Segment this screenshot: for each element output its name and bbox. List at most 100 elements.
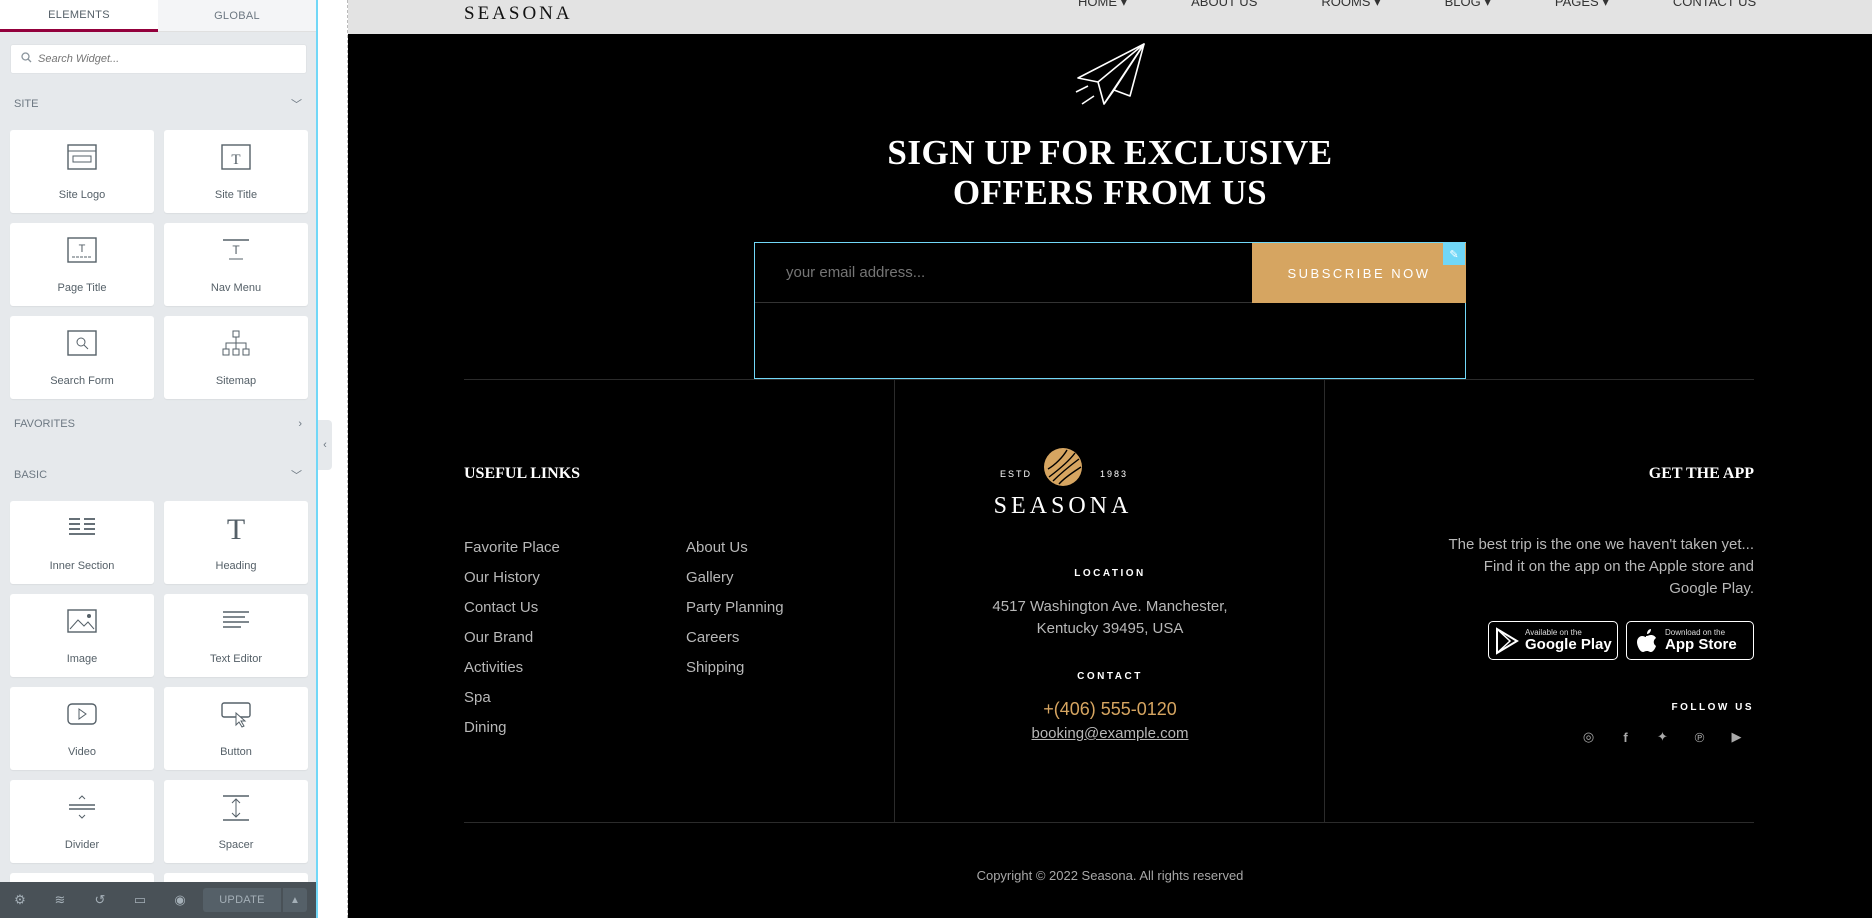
footer-link[interactable]: About Us [686, 533, 784, 563]
paper-plane-icon [1075, 43, 1145, 105]
update-options-caret-icon[interactable]: ▲ [283, 888, 307, 912]
widget-label: Text Editor [210, 653, 262, 665]
category-basic[interactable]: BASIC ﹀ [14, 465, 302, 485]
social-links: ◎ f ✦ ℗ ▶ [1570, 728, 1755, 746]
instagram-icon[interactable]: ◎ [1570, 728, 1607, 746]
app-description: The best trip is the one we haven't take… [1448, 536, 1754, 597]
widget-label: Heading [215, 560, 257, 572]
edit-pencil-icon[interactable]: ✎ [1443, 243, 1465, 265]
useful-links-title: USEFUL LINKS [464, 465, 581, 482]
youtube-icon[interactable]: ▶ [1718, 728, 1755, 746]
email-field[interactable] [786, 264, 1226, 281]
logo-year: 1983 [1100, 469, 1129, 479]
svg-text:T: T [231, 152, 240, 168]
site-logo-icon [67, 144, 97, 170]
widget-inner-section[interactable]: Inner Section [10, 501, 154, 584]
widget-page-title[interactable]: T Page Title [10, 223, 154, 306]
widget-label: Search Form [50, 375, 114, 387]
widget-sitemap[interactable]: Sitemap [164, 316, 308, 399]
app-store-button[interactable]: Download on the App Store [1626, 621, 1754, 660]
widget-video[interactable]: Video [10, 687, 154, 770]
widget-label: Video [68, 746, 96, 758]
main-nav: HOME ▾ ABOUT US ROOMS ▾ BLOG ▾ PAGES ▾ C… [1078, 0, 1820, 10]
collapse-panel-chevron-icon[interactable]: ‹ [318, 420, 332, 470]
newsletter-form: SUBSCRIBE NOW ✎ [754, 242, 1466, 379]
widget-divider[interactable]: Divider [10, 780, 154, 863]
svg-text:T: T [227, 515, 245, 543]
divider-icon [69, 795, 95, 819]
category-label: BASIC [14, 469, 48, 481]
editor-panel: ELEMENTS GLOBAL SITE ﹀ Site Logo T Site … [0, 0, 318, 918]
widget-site-logo[interactable]: Site Logo [10, 130, 154, 213]
leaf-emblem-icon [1044, 448, 1082, 486]
widget-label: Sitemap [215, 375, 257, 387]
divider [464, 822, 1754, 823]
nav-item-rooms[interactable]: ROOMS ▾ [1321, 0, 1380, 10]
nav-item-blog[interactable]: BLOG ▾ [1445, 0, 1491, 10]
widget-button[interactable]: Button [164, 687, 308, 770]
settings-icon[interactable]: ⚙ [0, 882, 40, 918]
sitemap-icon [222, 330, 250, 356]
header-logo[interactable]: SEASONA [464, 3, 573, 25]
nav-item-home[interactable]: HOME ▾ [1078, 0, 1127, 10]
preview-eye-icon[interactable]: ◉ [160, 882, 200, 918]
tab-global[interactable]: GLOBAL [158, 0, 316, 32]
chevron-right-icon: › [298, 418, 302, 430]
follow-label: FOLLOW US [1671, 702, 1754, 713]
subscribe-button[interactable]: SUBSCRIBE NOW [1252, 243, 1466, 303]
site-preview: SEASONA HOME ▾ ABOUT US ROOMS ▾ BLOG ▾ P… [348, 0, 1872, 918]
widget-label: Inner Section [49, 560, 115, 572]
chevron-down-icon: ﹀ [291, 470, 302, 482]
tab-elements[interactable]: ELEMENTS [0, 0, 158, 32]
widget-site-title[interactable]: T Site Title [164, 130, 308, 213]
widget-image[interactable]: Image [10, 594, 154, 677]
update-button[interactable]: UPDATE [203, 888, 281, 912]
inner-section-icon [69, 518, 95, 535]
widget-heading[interactable]: T Heading [164, 501, 308, 584]
search-icon [21, 50, 32, 68]
category-favorites[interactable]: FAVORITES › [14, 414, 302, 434]
widget-search-form[interactable]: Search Form [10, 316, 154, 399]
chevron-down-icon: ﹀ [291, 99, 302, 111]
search-input[interactable] [38, 53, 278, 65]
site-header: SEASONA HOME ▾ ABOUT US ROOMS ▾ BLOG ▾ P… [348, 0, 1872, 34]
store-big-text: Google Play [1525, 636, 1612, 653]
logo-name: SEASONA [993, 493, 1133, 519]
navigator-icon[interactable]: ≋ [40, 882, 80, 918]
widget-label: Image [66, 653, 98, 665]
signup-heading-line-1: SIGN UP FOR EXCLUSIVE [887, 133, 1333, 172]
widget-label: Spacer [218, 839, 254, 851]
category-label: SITE [14, 98, 39, 110]
nav-item-about[interactable]: ABOUT US [1191, 0, 1257, 10]
nav-item-contact[interactable]: CONTACT US [1673, 0, 1756, 10]
widget-nav-menu[interactable]: T Nav Menu [164, 223, 308, 306]
widget-label: Button [220, 746, 252, 758]
google-play-button[interactable]: Available on the Google Play [1488, 621, 1618, 660]
button-icon [221, 702, 251, 728]
widget-spacer[interactable]: Spacer [164, 780, 308, 863]
panel-tabs: ELEMENTS GLOBAL [0, 0, 316, 32]
copyright: Copyright © 2022 Seasona. All rights res… [976, 868, 1244, 883]
logo-estd: ESTD [1000, 469, 1033, 479]
heading-icon: T [227, 515, 245, 543]
facebook-icon[interactable]: f [1607, 728, 1644, 746]
video-icon [67, 703, 97, 725]
nav-item-pages[interactable]: PAGES ▾ [1555, 0, 1609, 10]
category-site[interactable]: SITE ﹀ [14, 94, 302, 114]
footer-link[interactable]: Favorite Place [464, 533, 560, 563]
history-icon[interactable]: ↺ [80, 882, 120, 918]
widget-label: Divider [64, 839, 100, 851]
widget-text-editor[interactable]: Text Editor [164, 594, 308, 677]
panel-footer: ⚙ ≋ ↺ ▭ ◉ UPDATE ▲ [0, 882, 316, 918]
widget-label: Site Title [214, 189, 258, 201]
widget-search [10, 44, 307, 74]
twitter-icon[interactable]: ✦ [1644, 728, 1681, 746]
email-field-wrap [755, 243, 1252, 303]
responsive-icon[interactable]: ▭ [120, 882, 160, 918]
store-big-text: App Store [1665, 636, 1737, 653]
contact-label: CONTACT [1077, 671, 1143, 682]
footer-logo[interactable]: ESTD 1983 SEASONA [988, 447, 1138, 519]
signup-heading-line-2: OFFERS FROM US [952, 173, 1268, 212]
pinterest-icon[interactable]: ℗ [1681, 728, 1718, 746]
phone-link[interactable]: +(406) 555-0120 [348, 699, 1872, 720]
